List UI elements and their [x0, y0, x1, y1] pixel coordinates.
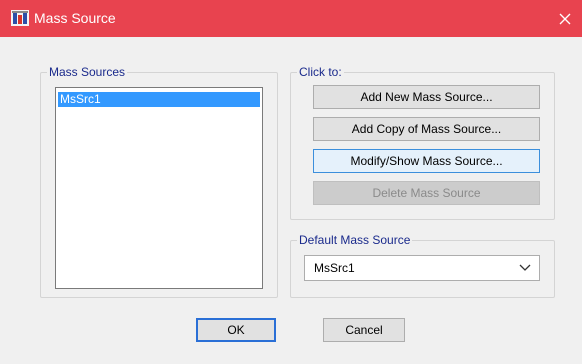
chevron-down-icon: [519, 264, 531, 271]
title-bar[interactable]: Mass Source: [0, 0, 582, 37]
modify-show-mass-source-button[interactable]: Modify/Show Mass Source...: [313, 149, 540, 173]
click-to-label: Click to:: [297, 65, 344, 79]
app-icon: [11, 10, 29, 26]
window-title: Mass Source: [34, 10, 116, 26]
add-new-mass-source-button[interactable]: Add New Mass Source...: [313, 85, 540, 109]
default-mass-source-label: Default Mass Source: [297, 233, 413, 247]
list-item[interactable]: MsSrc1: [58, 92, 260, 107]
mass-sources-label: Mass Sources: [47, 65, 128, 79]
default-mass-source-select[interactable]: MsSrc1: [304, 255, 540, 281]
ok-button[interactable]: OK: [196, 318, 276, 342]
mass-source-dialog: Mass Source Mass Sources MsSrc1 Click to…: [0, 0, 582, 364]
cancel-button[interactable]: Cancel: [323, 318, 405, 342]
mass-sources-list[interactable]: MsSrc1: [55, 87, 263, 289]
close-icon: [559, 13, 571, 24]
default-mass-source-value: MsSrc1: [314, 261, 355, 275]
add-copy-mass-source-button[interactable]: Add Copy of Mass Source...: [313, 117, 540, 141]
close-button[interactable]: [548, 0, 582, 37]
delete-mass-source-button[interactable]: Delete Mass Source: [313, 181, 540, 205]
